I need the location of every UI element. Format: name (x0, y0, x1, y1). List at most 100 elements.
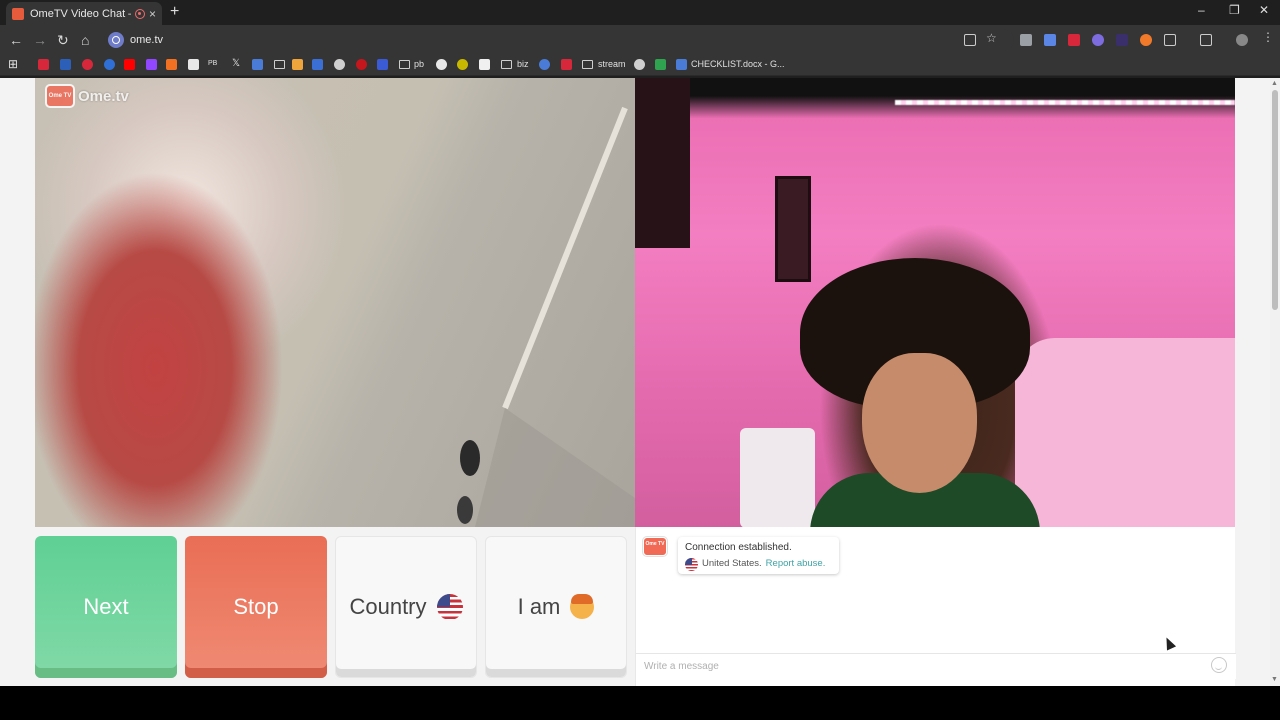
site-info-icon[interactable] (108, 32, 124, 48)
video-scene-detail (635, 78, 690, 248)
bookmark-icon[interactable] (82, 59, 93, 70)
stop-button[interactable]: Stop (185, 536, 327, 678)
bookmark-g-icon[interactable] (166, 59, 177, 70)
address-bar[interactable]: ome.tv (104, 29, 1014, 51)
us-flag-icon (436, 594, 463, 620)
report-abuse-link[interactable]: Report abuse. (766, 557, 826, 571)
bookmark-icon[interactable] (479, 59, 490, 70)
recording-icon (134, 8, 145, 19)
globe-icon[interactable] (334, 59, 345, 70)
github-icon[interactable] (436, 59, 447, 70)
maximize-button[interactable]: ❐ (1229, 3, 1240, 17)
boy-face-icon (570, 594, 595, 619)
translate-extension-icon[interactable] (1044, 34, 1056, 46)
self-video (635, 78, 1235, 527)
scroll-down-icon[interactable]: ▼ (1271, 676, 1278, 683)
twitch-icon[interactable] (146, 59, 157, 70)
youtube-icon[interactable] (124, 59, 135, 70)
partner-country: United States. (702, 558, 762, 569)
country-label: Country (349, 594, 427, 619)
install-app-icon[interactable] (964, 34, 976, 46)
scroll-up-icon[interactable]: ▲ (1271, 80, 1278, 87)
bottom-bar (0, 686, 1280, 720)
new-tab-button[interactable]: + (170, 3, 179, 21)
side-panel-icon[interactable] (1200, 34, 1212, 46)
video-scene-detail (1015, 338, 1235, 527)
gender-button[interactable]: I am (485, 536, 627, 678)
connection-status: Connection established. (685, 542, 792, 553)
partner-country-line: United States. Report abuse. (685, 557, 832, 571)
bookmark-pb-icon[interactable]: PB (208, 60, 217, 67)
bookmark-icon[interactable] (38, 59, 49, 70)
bookmark-icon[interactable] (377, 59, 388, 70)
extension-orange-icon[interactable] (1140, 34, 1152, 46)
bookmark-icon[interactable] (292, 59, 303, 70)
scrollbar-thumb[interactable] (1272, 90, 1278, 310)
x-icon[interactable]: 𝕏 (232, 58, 240, 69)
bookmark-icon[interactable] (634, 59, 645, 70)
next-label: Next (83, 594, 129, 619)
extension-red-icon[interactable] (1068, 34, 1080, 46)
bookmark-icon[interactable] (457, 59, 468, 70)
folder-icon[interactable] (274, 60, 285, 69)
reload-button[interactable]: ↻ (57, 31, 69, 49)
country-button[interactable]: Country (335, 536, 477, 678)
youtube-icon[interactable] (561, 59, 572, 70)
bookmarks-bar: ⊞ PB 𝕏 pb biz stream CHECKLIST.docx - G.… (0, 55, 1280, 76)
bookmark-icon[interactable] (655, 59, 666, 70)
tab-close-icon[interactable]: × (149, 7, 156, 21)
ometv-favicon-icon (12, 7, 24, 20)
extension-icon[interactable] (1020, 34, 1032, 46)
iam-label: I am (517, 594, 561, 619)
ometv-avatar-icon: Ome TV (643, 537, 667, 556)
forward-button[interactable]: → (33, 31, 47, 49)
menu-kebab-icon[interactable]: ⋮ (1262, 30, 1274, 44)
folder-icon[interactable] (501, 60, 512, 69)
home-button[interactable]: ⌂ (81, 31, 89, 49)
bookmark-icon[interactable] (104, 59, 115, 70)
bookmark-folder-pb[interactable]: pb (414, 59, 424, 69)
bookmark-icon[interactable] (356, 59, 367, 70)
logo-tv-icon: Ome TV (45, 84, 75, 108)
apps-grid-icon[interactable]: ⊞ (8, 57, 18, 71)
stranger-video: Ome TV Ome.tv (35, 78, 635, 527)
bookmark-folder-biz[interactable]: biz (517, 59, 529, 69)
page-scrollbar[interactable]: ▲ ▼ (1270, 78, 1280, 686)
bookmark-checklist[interactable]: CHECKLIST.docx - G... (691, 59, 785, 69)
back-button[interactable]: ← (9, 31, 23, 49)
message-input[interactable] (636, 653, 1236, 679)
bookmark-folder-stream[interactable]: stream (598, 59, 626, 69)
logo-text: Ome.tv (78, 87, 129, 105)
video-scene-shading (475, 106, 635, 527)
video-scene-detail (895, 100, 1235, 105)
us-flag-icon (685, 557, 698, 571)
next-button[interactable]: Next (35, 536, 177, 678)
system-message: Connection established. United States. R… (678, 537, 839, 574)
docs-icon[interactable] (676, 59, 687, 70)
minimize-button[interactable]: – (1198, 3, 1205, 17)
tab-title: OmeTV Video Chat — Om (30, 7, 131, 20)
extension-dark-icon[interactable] (1116, 34, 1128, 46)
folder-icon[interactable] (399, 60, 410, 69)
amazon-icon[interactable] (188, 59, 199, 70)
video-subject (800, 258, 1040, 527)
tab-strip: OmeTV Video Chat — Om × + – ❐ ✕ (0, 0, 1280, 25)
folder-icon[interactable] (582, 60, 593, 69)
stop-label: Stop (233, 594, 279, 619)
video-scene-detail (862, 353, 977, 493)
extensions-puzzle-icon[interactable] (1164, 34, 1176, 46)
ometv-logo: Ome TV Ome.tv (45, 84, 129, 108)
close-window-button[interactable]: ✕ (1259, 3, 1269, 17)
bookmark-icon[interactable] (252, 59, 263, 70)
bookmark-icon[interactable] (539, 59, 550, 70)
url-text: ome.tv (130, 34, 164, 46)
browser-toolbar: ← → ↻ ⌂ ome.tv ☆ ⋮ (0, 25, 1280, 55)
browser-tab[interactable]: OmeTV Video Chat — Om × (6, 2, 162, 25)
profile-avatar-icon[interactable] (1236, 34, 1248, 46)
bookmark-icon[interactable] (60, 59, 71, 70)
emoji-icon[interactable] (1211, 657, 1227, 673)
thumbs-up-icon[interactable] (312, 59, 323, 70)
ometv-page: Ome TV Ome.tv Next Stop Country I am Ome… (0, 78, 1270, 686)
extension-purple-icon[interactable] (1092, 34, 1104, 46)
bookmark-star-icon[interactable]: ☆ (986, 31, 998, 45)
